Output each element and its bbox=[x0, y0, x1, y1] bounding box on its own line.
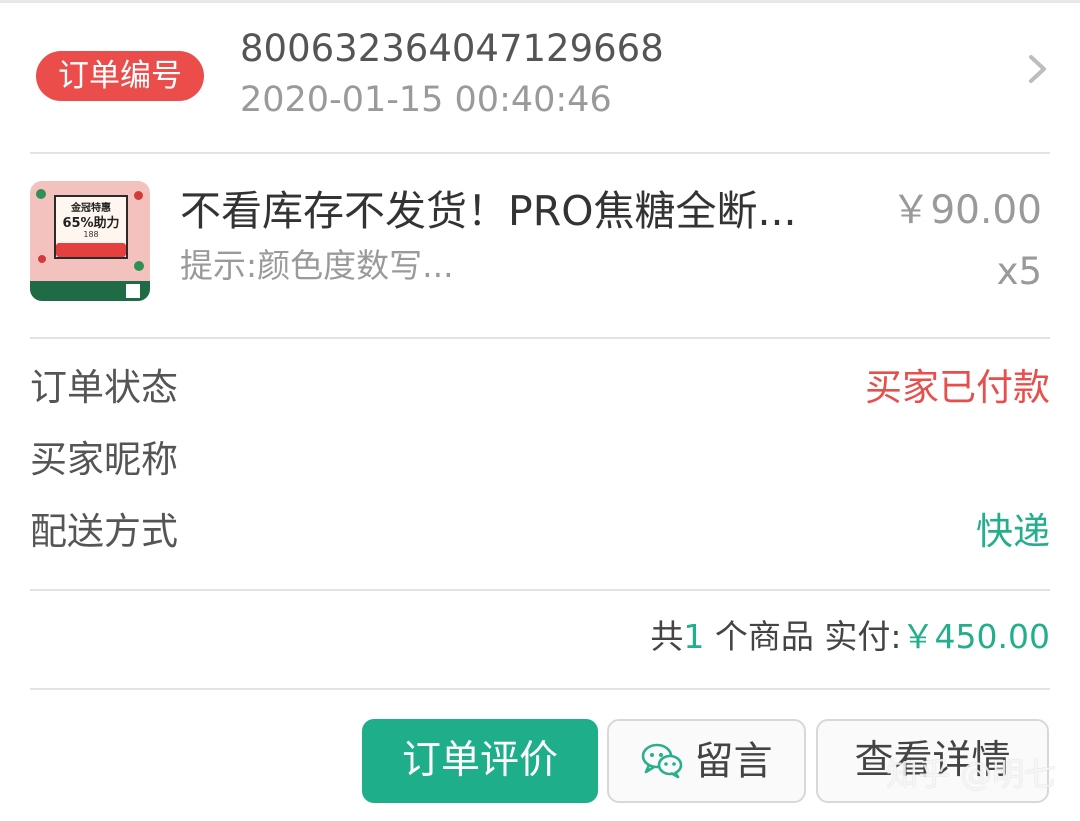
summary-middle: 个商品 实付: bbox=[704, 617, 902, 656]
total-paid: ￥450.00 bbox=[901, 617, 1050, 656]
divider bbox=[30, 589, 1050, 591]
order-status-value: 买家已付款 bbox=[865, 366, 1050, 409]
thumbnail-decoration bbox=[36, 189, 46, 199]
product-quantity: x5 bbox=[996, 250, 1042, 293]
message-label: 留言 bbox=[694, 739, 773, 785]
delivery-method-label: 配送方式 bbox=[30, 510, 178, 553]
order-number: 800632364047129668 bbox=[240, 27, 664, 70]
chevron-right-icon[interactable] bbox=[1020, 52, 1054, 86]
item-count: 1 bbox=[683, 617, 705, 656]
thumbnail-price-pill bbox=[56, 243, 126, 257]
thumbnail-decoration bbox=[38, 255, 46, 263]
order-summary: 共1 个商品 实付:￥450.00 bbox=[650, 614, 1050, 660]
watermark: 知乎 @明七 bbox=[886, 755, 1057, 793]
order-time: 2020-01-15 00:40:46 bbox=[240, 80, 612, 120]
review-order-button[interactable]: 订单评价 bbox=[362, 719, 598, 803]
thumbnail-line3: 188 bbox=[83, 230, 99, 239]
thumbnail-decoration bbox=[134, 261, 144, 271]
product-thumbnail[interactable]: 金冠特惠 65%助力 188 bbox=[30, 181, 150, 301]
summary-prefix: 共 bbox=[650, 617, 684, 656]
wechat-icon bbox=[642, 743, 683, 778]
product-tip: 提示:颜色度数写... bbox=[180, 246, 454, 285]
divider bbox=[30, 152, 1050, 154]
qr-code-icon bbox=[126, 284, 140, 298]
divider bbox=[30, 688, 1050, 690]
product-title: 不看库存不发货！PRO焦糖全断... bbox=[180, 187, 797, 235]
thumbnail-decoration bbox=[134, 191, 143, 200]
buyer-nickname-label: 买家昵称 bbox=[30, 438, 178, 481]
message-button[interactable]: 留言 bbox=[607, 719, 806, 803]
divider bbox=[30, 337, 1050, 339]
thumbnail-line2: 65%助力 bbox=[62, 216, 120, 231]
order-status-label: 订单状态 bbox=[30, 366, 178, 409]
review-order-label: 订单评价 bbox=[401, 738, 558, 783]
order-number-badge: 订单编号 bbox=[36, 51, 204, 101]
delivery-method-value: 快递 bbox=[976, 510, 1050, 553]
thumbnail-band bbox=[30, 281, 150, 301]
product-price: ￥90.00 bbox=[891, 188, 1042, 233]
top-divider bbox=[0, 0, 1080, 3]
